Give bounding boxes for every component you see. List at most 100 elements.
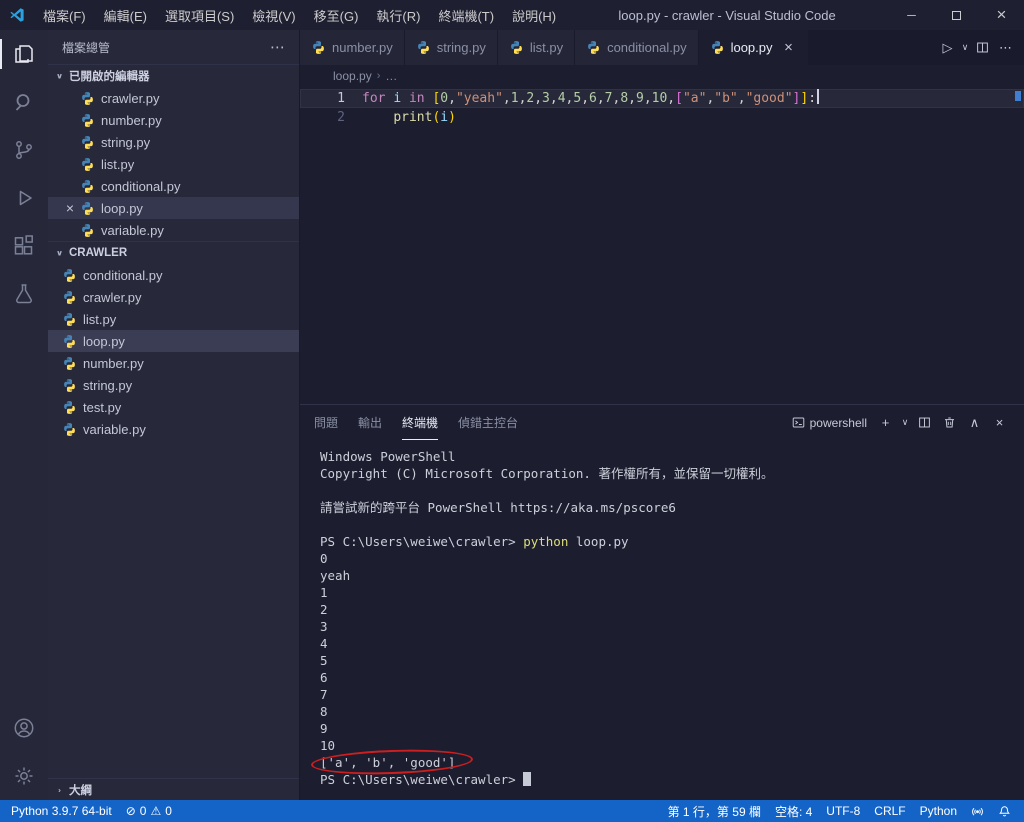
terminal-line: PS C:\Users\weiwe\crawler> python loop.p… xyxy=(320,534,629,549)
chevron-up-icon: ∧ xyxy=(969,414,980,430)
tab-loop.py[interactable]: loop.py × xyxy=(698,30,809,65)
split-editor-icon xyxy=(976,41,989,54)
maximize-panel-button[interactable]: ∧ xyxy=(964,412,985,434)
chevron-down-icon: ∨ xyxy=(901,417,909,427)
status-language-mode[interactable]: Python xyxy=(913,800,964,822)
menu-selection[interactable]: 選取項目(S) xyxy=(156,0,243,30)
menu-edit[interactable]: 編輯(E) xyxy=(95,0,156,30)
open-editor-string.py[interactable]: string.py xyxy=(48,131,299,153)
code-line-2[interactable]: 2 print(i) xyxy=(300,108,1024,127)
close-tab-icon[interactable]: × xyxy=(781,39,797,56)
file-name: string.py xyxy=(101,134,151,150)
panel-tab-debug-console[interactable]: 偵錯主控台 xyxy=(458,405,518,440)
kill-terminal-button[interactable] xyxy=(939,412,960,434)
file-string.py[interactable]: string.py xyxy=(48,374,299,396)
maximize-button[interactable] xyxy=(934,0,979,30)
open-editors-header[interactable]: ∨ 已開啟的編輯器 xyxy=(48,64,299,87)
menu-file[interactable]: 檔案(F) xyxy=(34,0,95,30)
more-icon: ⋯ xyxy=(999,39,1012,55)
file-number.py[interactable]: number.py xyxy=(48,352,299,374)
terminal-line: 5 xyxy=(320,653,328,668)
open-editor-crawler.py[interactable]: crawler.py xyxy=(48,87,299,109)
file-name: crawler.py xyxy=(101,90,160,106)
activity-settings-button[interactable] xyxy=(0,752,48,800)
open-editor-number.py[interactable]: number.py xyxy=(48,109,299,131)
tab-conditional.py[interactable]: conditional.py xyxy=(575,30,699,65)
split-terminal-button[interactable] xyxy=(914,412,935,434)
open-editor-conditional.py[interactable]: conditional.py xyxy=(48,175,299,197)
terminal-line: 10 xyxy=(320,738,336,753)
status-eol[interactable]: CRLF xyxy=(867,800,912,822)
status-cursor-position[interactable]: 第 1 行，第 59 欄 xyxy=(661,800,768,822)
breadcrumb-file[interactable]: loop.py xyxy=(333,69,372,83)
menu-go[interactable]: 移至(G) xyxy=(305,0,368,30)
workspace-header[interactable]: ∨ CRAWLER xyxy=(48,241,299,264)
activity-testing-button[interactable] xyxy=(0,270,48,318)
run-options-button[interactable]: ∨ xyxy=(960,37,970,59)
titlebar: 檔案(F) 編輯(E) 選取項目(S) 檢視(V) 移至(G) 執行(R) 終端機(T) 說明… xyxy=(0,0,1024,30)
tab-label: number.py xyxy=(332,40,393,55)
activity-search-button[interactable] xyxy=(0,78,48,126)
editor-tab-bar: number.py string.py list.py conditional.py l… xyxy=(300,30,1024,65)
new-terminal-button[interactable]: + xyxy=(875,412,896,434)
terminal-profile-select[interactable]: powershell xyxy=(788,414,871,432)
activity-run-debug-button[interactable] xyxy=(0,174,48,222)
status-problems[interactable]: ⊘ 0 ⚠ 0 xyxy=(119,800,179,822)
status-python-interpreter[interactable]: Python 3.9.7 64-bit xyxy=(4,800,119,822)
status-encoding[interactable]: UTF-8 xyxy=(819,800,867,822)
editor-more-actions-button[interactable]: ⋯ xyxy=(995,37,1016,59)
minimize-button[interactable]: ─ xyxy=(889,0,934,30)
python-file-icon xyxy=(80,201,95,216)
file-conditional.py[interactable]: conditional.py xyxy=(48,264,299,286)
activity-explorer-button[interactable] xyxy=(0,30,48,78)
breadcrumb-more[interactable]: … xyxy=(385,69,397,83)
workspace-label: CRAWLER xyxy=(69,247,128,259)
terminal-line: 8 xyxy=(320,704,328,719)
tab-list.py[interactable]: list.py xyxy=(497,30,576,65)
file-test.py[interactable]: test.py xyxy=(48,396,299,418)
terminal-output[interactable]: Windows PowerShell Copyright (C) Microsof… xyxy=(300,440,1024,800)
menu-run[interactable]: 執行(R) xyxy=(367,0,429,30)
file-list.py[interactable]: list.py xyxy=(48,308,299,330)
open-editor-list.py[interactable]: list.py xyxy=(48,153,299,175)
close-panel-button[interactable]: × xyxy=(989,412,1010,434)
status-indentation[interactable]: 空格: 4 xyxy=(768,800,819,822)
menu-help[interactable]: 說明(H) xyxy=(503,0,565,30)
python-file-icon xyxy=(80,91,95,106)
panel-tab-output[interactable]: 輸出 xyxy=(358,405,382,440)
file-variable.py[interactable]: variable.py xyxy=(48,418,299,440)
terminal-launch-profile-button[interactable]: ∨ xyxy=(900,412,910,434)
open-editor-variable.py[interactable]: variable.py xyxy=(48,219,299,241)
open-editor-loop.py[interactable]: × loop.py xyxy=(48,197,299,219)
close-window-button[interactable]: × xyxy=(979,0,1024,30)
sidebar-title: 檔案總管 xyxy=(62,40,111,55)
chevron-down-icon: ∨ xyxy=(961,42,969,52)
feedback-button[interactable] xyxy=(964,800,991,822)
file-loop.py[interactable]: loop.py xyxy=(48,330,299,352)
menu-view[interactable]: 檢視(V) xyxy=(243,0,304,30)
notifications-button[interactable] xyxy=(991,800,1018,822)
breadcrumb[interactable]: loop.py › … xyxy=(300,65,1024,87)
panel-tab-problems[interactable]: 問題 xyxy=(314,405,338,440)
activity-account-button[interactable] xyxy=(0,704,48,752)
code-line-1[interactable]: 1 for i in [0,"yeah",1,2,3,4,5,6,7,8,9,10… xyxy=(300,89,1024,108)
file-crawler.py[interactable]: crawler.py xyxy=(48,286,299,308)
tab-string.py[interactable]: string.py xyxy=(404,30,498,65)
status-bar: Python 3.9.7 64-bit ⊘ 0 ⚠ 0 第 1 行，第 59 欄… xyxy=(0,800,1024,822)
window-controls: ─ × xyxy=(889,0,1024,30)
split-editor-button[interactable] xyxy=(972,37,993,59)
run-python-file-button[interactable]: ▷ xyxy=(937,37,958,59)
python-file-icon xyxy=(416,40,431,55)
code-editor[interactable]: 1 for i in [0,"yeah",1,2,3,4,5,6,7,8,9,10… xyxy=(300,87,1024,404)
panel-tab-terminal[interactable]: 終端機 xyxy=(402,405,439,440)
terminal-line: 1 xyxy=(320,585,328,600)
close-editor-icon[interactable]: × xyxy=(66,201,74,215)
sidebar-more-actions-icon[interactable]: ⋯ xyxy=(270,38,285,56)
outline-section-header[interactable]: › 大綱 xyxy=(48,778,299,800)
activity-extensions-button[interactable] xyxy=(0,222,48,270)
activity-source-control-button[interactable] xyxy=(0,126,48,174)
terminal-line: Windows PowerShell xyxy=(320,449,456,464)
menubar: 檔案(F) 編輯(E) 選取項目(S) 檢視(V) 移至(G) 執行(R) 終端機(T) 說明… xyxy=(34,0,565,30)
tab-number.py[interactable]: number.py xyxy=(300,30,405,65)
menu-terminal[interactable]: 終端機(T) xyxy=(429,0,503,30)
